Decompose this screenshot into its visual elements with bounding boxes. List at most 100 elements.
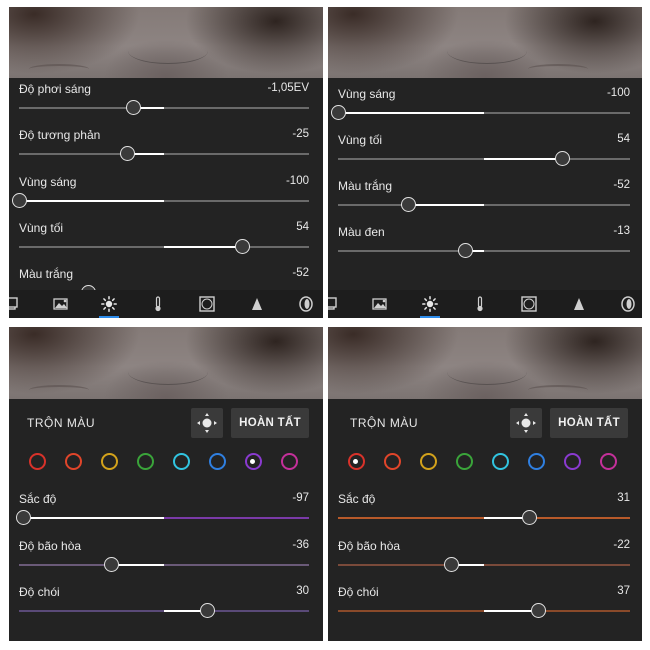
- shadows-slider[interactable]: Vùng tối 54: [19, 221, 309, 261]
- slider-label: Độ chói: [338, 585, 379, 599]
- slider-thumb[interactable]: [234, 239, 250, 254]
- slider-value: 54: [617, 133, 630, 145]
- target-adjust-button[interactable]: [191, 408, 223, 438]
- hue-slider[interactable]: Sắc độ 31: [338, 492, 630, 532]
- light-panel-right: Vùng sáng -100 Vùng tối 54 Màu trắng -52…: [328, 7, 642, 318]
- color-swatch-green[interactable]: [136, 453, 154, 470]
- slider-thumb[interactable]: [400, 197, 416, 212]
- optics-lens-icon[interactable]: [296, 295, 316, 313]
- tool-bar: [9, 290, 323, 318]
- slider-value: 54: [296, 221, 309, 233]
- color-swatch-blue[interactable]: [527, 453, 545, 470]
- luminance-slider[interactable]: Độ chói 30: [19, 585, 309, 625]
- presets-icon[interactable]: [9, 295, 21, 313]
- blacks-slider[interactable]: Màu đen -13: [338, 225, 630, 265]
- color-swatch-orange[interactable]: [64, 453, 82, 470]
- slider-value: 30: [296, 585, 309, 597]
- optics-lens-icon[interactable]: [618, 295, 638, 313]
- color-swatch-red[interactable]: [28, 453, 46, 470]
- slider-value: -100: [285, 175, 309, 187]
- slider-value: -1,05EV: [267, 82, 309, 94]
- tool-bar: [328, 290, 642, 318]
- target-adjust-icon: [197, 413, 217, 433]
- slider-label: Độ tương phản: [19, 128, 101, 142]
- slider-label: Độ bão hòa: [19, 539, 82, 553]
- color-swatches: [328, 453, 642, 473]
- contrast-slider[interactable]: Độ tương phản -25: [19, 128, 309, 168]
- color-swatches: [9, 453, 323, 473]
- saturation-slider[interactable]: Độ bão hòa -22: [338, 539, 630, 579]
- slider-thumb[interactable]: [120, 146, 136, 161]
- slider-value: -52: [292, 267, 309, 279]
- target-adjust-button[interactable]: [510, 408, 542, 438]
- color-mix-panel-left: TRỘN MÀU HOÀN TẤT Sắc độ -97 Độ bão hòa …: [9, 327, 323, 641]
- highlights-slider[interactable]: Vùng sáng -100: [11, 175, 309, 215]
- photo-preview: [9, 7, 323, 78]
- presets-icon[interactable]: [328, 295, 340, 313]
- color-mix-panel-right: TRỘN MÀU HOÀN TẤT Sắc độ 31 Độ bão hòa -…: [328, 327, 642, 641]
- light-icon[interactable]: [99, 295, 119, 318]
- detail-triangle-icon[interactable]: [569, 295, 589, 313]
- luminance-slider[interactable]: Độ chói 37: [338, 585, 630, 625]
- slider-thumb[interactable]: [457, 243, 473, 258]
- slider-thumb[interactable]: [15, 510, 31, 525]
- exposure-slider[interactable]: Độ phơi sáng -1,05EV: [19, 82, 309, 122]
- slider-label: Vùng sáng: [338, 87, 396, 101]
- slider-thumb[interactable]: [330, 105, 346, 120]
- photo-preview: [328, 7, 642, 78]
- color-swatch-blue[interactable]: [208, 453, 226, 470]
- slider-thumb[interactable]: [555, 151, 571, 166]
- slider-label: Màu trắng: [19, 267, 74, 281]
- color-swatch-green[interactable]: [455, 453, 473, 470]
- color-mix-title: TRỘN MÀU: [350, 416, 418, 430]
- slider-label: Độ chói: [19, 585, 60, 599]
- target-adjust-icon: [516, 413, 536, 433]
- slider-value: -100: [606, 87, 630, 99]
- slider-value: -36: [292, 539, 309, 551]
- color-swatch-yellow[interactable]: [419, 453, 437, 470]
- color-temperature-icon[interactable]: [470, 295, 490, 313]
- slider-thumb[interactable]: [126, 100, 142, 115]
- light-icon[interactable]: [420, 295, 440, 318]
- highlights-slider[interactable]: Vùng sáng -100: [330, 87, 630, 127]
- color-swatch-purple[interactable]: [563, 453, 581, 470]
- whites-slider[interactable]: Màu trắng -52: [338, 179, 630, 219]
- color-swatch-purple[interactable]: [244, 453, 262, 470]
- shadows-slider[interactable]: Vùng tối 54: [338, 133, 630, 173]
- color-swatch-orange[interactable]: [383, 453, 401, 470]
- slider-label: Sắc độ: [19, 492, 57, 506]
- light-panel-left: Độ phơi sáng -1,05EV Độ tương phản -25 V…: [9, 7, 323, 318]
- slider-label: Sắc độ: [338, 492, 376, 506]
- slider-value: -97: [292, 492, 309, 504]
- color-swatch-red[interactable]: [347, 453, 365, 470]
- detail-triangle-icon[interactable]: [247, 295, 267, 313]
- vignette-icon[interactable]: [197, 295, 217, 313]
- color-swatch-yellow[interactable]: [100, 453, 118, 470]
- color-swatch-magenta[interactable]: [280, 453, 298, 470]
- done-button[interactable]: HOÀN TẤT: [231, 408, 309, 438]
- slider-thumb[interactable]: [444, 557, 460, 572]
- slider-label: Vùng tối: [19, 221, 64, 235]
- slider-value: -52: [613, 179, 630, 191]
- image-adjust-icon[interactable]: [51, 295, 71, 313]
- vignette-icon[interactable]: [519, 295, 539, 313]
- slider-thumb[interactable]: [11, 193, 27, 208]
- slider-thumb[interactable]: [530, 603, 546, 618]
- slider-value: -22: [613, 539, 630, 551]
- slider-thumb[interactable]: [521, 510, 537, 525]
- hue-slider[interactable]: Sắc độ -97: [15, 492, 309, 532]
- color-swatch-magenta[interactable]: [599, 453, 617, 470]
- saturation-slider[interactable]: Độ bão hòa -36: [19, 539, 309, 579]
- color-temperature-icon[interactable]: [148, 295, 168, 313]
- slider-thumb[interactable]: [104, 557, 120, 572]
- done-button[interactable]: HOÀN TẤT: [550, 408, 628, 438]
- slider-value: -13: [613, 225, 630, 237]
- image-adjust-icon[interactable]: [370, 295, 390, 313]
- color-swatch-aqua[interactable]: [172, 453, 190, 470]
- color-swatch-aqua[interactable]: [491, 453, 509, 470]
- slider-value: -25: [292, 128, 309, 140]
- slider-label: Vùng sáng: [19, 175, 77, 189]
- slider-thumb[interactable]: [200, 603, 215, 618]
- slider-value: 31: [617, 492, 630, 504]
- photo-preview: [9, 327, 323, 399]
